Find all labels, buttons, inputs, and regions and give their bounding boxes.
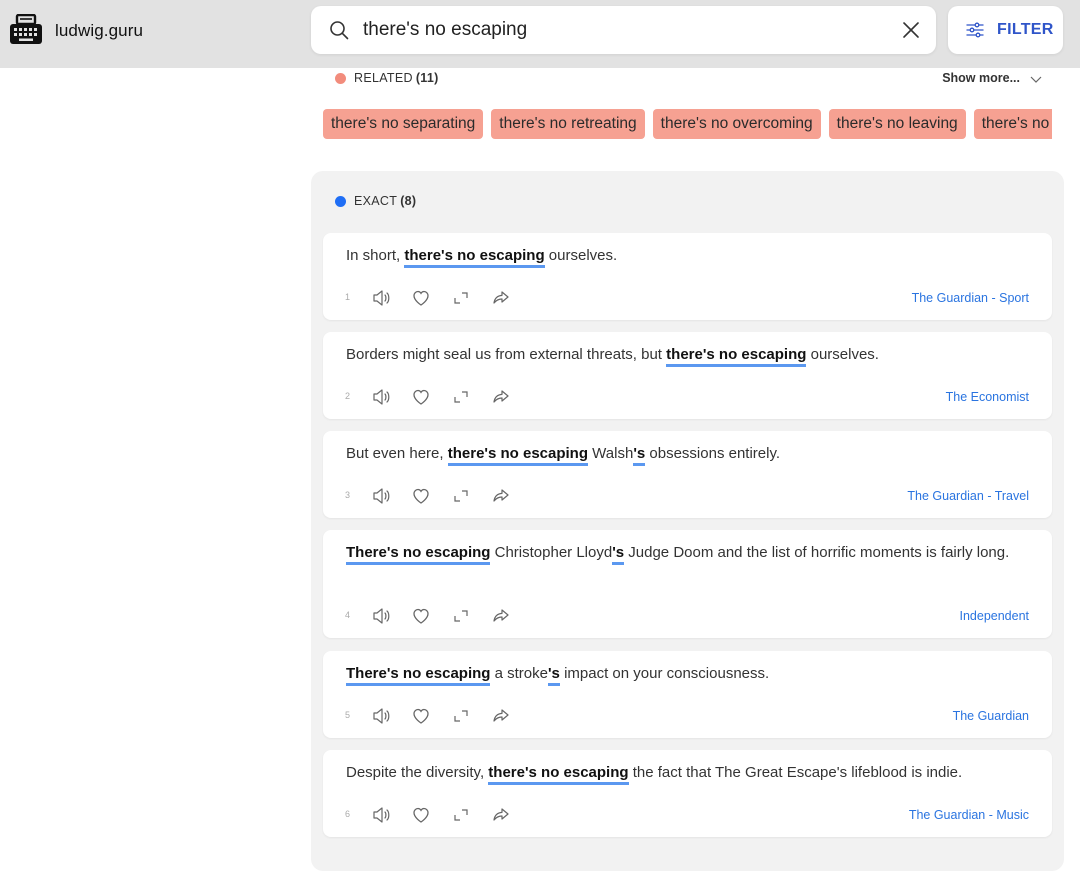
- highlighted-phrase: there's no escaping: [666, 346, 807, 367]
- highlighted-phrase: there's no escaping: [447, 445, 589, 466]
- related-label: RELATED (11): [354, 71, 439, 85]
- filter-label: FILTER: [997, 21, 1054, 38]
- result-card[interactable]: But even here, there's no escaping Walsh…: [323, 431, 1052, 518]
- related-dot: [335, 73, 346, 84]
- result-sentence: There's no escaping a stroke's impact on…: [346, 663, 1026, 686]
- expand-icon[interactable]: [451, 805, 471, 825]
- related-chip[interactable]: there's no overcoming: [652, 109, 821, 139]
- search-input[interactable]: [363, 14, 883, 46]
- related-chip[interactable]: there's no separating: [323, 109, 484, 139]
- result-number: 3: [345, 490, 351, 500]
- highlighted-phrase: there's no escaping: [404, 247, 545, 268]
- result-number: 2: [345, 391, 351, 401]
- result-actions: 1: [345, 288, 545, 308]
- speaker-icon[interactable]: [371, 288, 391, 308]
- result-sentence: In short, there's no escaping ourselves.: [346, 245, 1026, 268]
- result-number: 5: [345, 710, 351, 720]
- speaker-icon[interactable]: [371, 486, 391, 506]
- result-sentence: But even here, there's no escaping Walsh…: [346, 443, 1026, 466]
- speaker-icon[interactable]: [371, 387, 391, 407]
- heart-icon[interactable]: [411, 288, 431, 308]
- expand-icon[interactable]: [451, 706, 471, 726]
- result-card[interactable]: There's no escaping a stroke's impact on…: [323, 651, 1052, 738]
- exact-dot: [335, 196, 346, 207]
- highlighted-phrase: 's: [633, 445, 646, 466]
- related-chip[interactable]: there's no retreating: [491, 109, 645, 139]
- result-actions: 3: [345, 486, 545, 506]
- result-number: 1: [345, 292, 351, 302]
- heart-icon[interactable]: [411, 805, 431, 825]
- result-sentence: Despite the diversity, there's no escapi…: [346, 762, 1026, 785]
- heart-icon[interactable]: [411, 387, 431, 407]
- filter-button[interactable]: FILTER: [948, 6, 1063, 54]
- highlighted-phrase: there's no escaping: [488, 764, 629, 785]
- result-sentence: There's no escaping Christopher Lloyd's …: [346, 542, 1026, 565]
- result-card[interactable]: In short, there's no escaping ourselves.…: [323, 233, 1052, 320]
- related-chip[interactable]: there's no: [973, 109, 1052, 139]
- source-link[interactable]: The Guardian - Sport: [912, 291, 1029, 305]
- close-icon[interactable]: [901, 20, 921, 40]
- share-icon[interactable]: [491, 805, 511, 825]
- heart-icon[interactable]: [411, 706, 431, 726]
- source-link[interactable]: The Economist: [946, 390, 1029, 404]
- result-number: 6: [345, 809, 351, 819]
- expand-icon[interactable]: [451, 606, 471, 626]
- result-card[interactable]: There's no escaping Christopher Lloyd's …: [323, 530, 1052, 638]
- result-card[interactable]: Despite the diversity, there's no escapi…: [323, 750, 1052, 837]
- expand-icon[interactable]: [451, 288, 471, 308]
- share-icon[interactable]: [491, 606, 511, 626]
- speaker-icon[interactable]: [371, 805, 391, 825]
- speaker-icon[interactable]: [371, 706, 391, 726]
- highlighted-phrase: There's no escaping: [346, 665, 491, 686]
- search-icon[interactable]: [329, 20, 349, 40]
- expand-icon[interactable]: [451, 486, 471, 506]
- exact-label: EXACT (8): [354, 194, 417, 208]
- result-actions: 2: [345, 387, 545, 407]
- share-icon[interactable]: [491, 387, 511, 407]
- chevron-down-icon: [1030, 76, 1042, 83]
- result-card[interactable]: Borders might seal us from external thre…: [323, 332, 1052, 419]
- show-more-link[interactable]: Show more...: [942, 71, 1042, 85]
- highlighted-phrase: 's: [547, 665, 560, 686]
- share-icon[interactable]: [491, 288, 511, 308]
- related-chips: there's no separating there's no retreati…: [323, 109, 1052, 139]
- result-sentence: Borders might seal us from external thre…: [346, 344, 1026, 367]
- result-actions: 5: [345, 706, 545, 726]
- exact-section-header: EXACT (8): [334, 194, 634, 210]
- related-section-header: RELATED (11) Show more...: [334, 71, 1044, 87]
- source-link[interactable]: The Guardian: [953, 709, 1029, 723]
- typewriter-logo-icon[interactable]: [10, 14, 42, 46]
- speaker-icon[interactable]: [371, 606, 391, 626]
- share-icon[interactable]: [491, 706, 511, 726]
- source-link[interactable]: The Guardian - Music: [909, 808, 1029, 822]
- search-bar: [311, 6, 936, 54]
- source-link[interactable]: Independent: [959, 609, 1029, 623]
- share-icon[interactable]: [491, 486, 511, 506]
- result-actions: 4: [345, 606, 545, 626]
- heart-icon[interactable]: [411, 486, 431, 506]
- highlighted-phrase: 's: [612, 544, 625, 565]
- result-number: 4: [345, 610, 351, 620]
- source-link[interactable]: The Guardian - Travel: [907, 489, 1029, 503]
- brand-name[interactable]: ludwig.guru: [55, 21, 143, 41]
- result-actions: 6: [345, 805, 545, 825]
- heart-icon[interactable]: [411, 606, 431, 626]
- highlighted-phrase: There's no escaping: [346, 544, 491, 565]
- related-chip[interactable]: there's no leaving: [828, 109, 966, 139]
- filter-sliders-icon: [966, 22, 984, 38]
- top-bar: ludwig.guru FILTER: [0, 0, 1080, 68]
- expand-icon[interactable]: [451, 387, 471, 407]
